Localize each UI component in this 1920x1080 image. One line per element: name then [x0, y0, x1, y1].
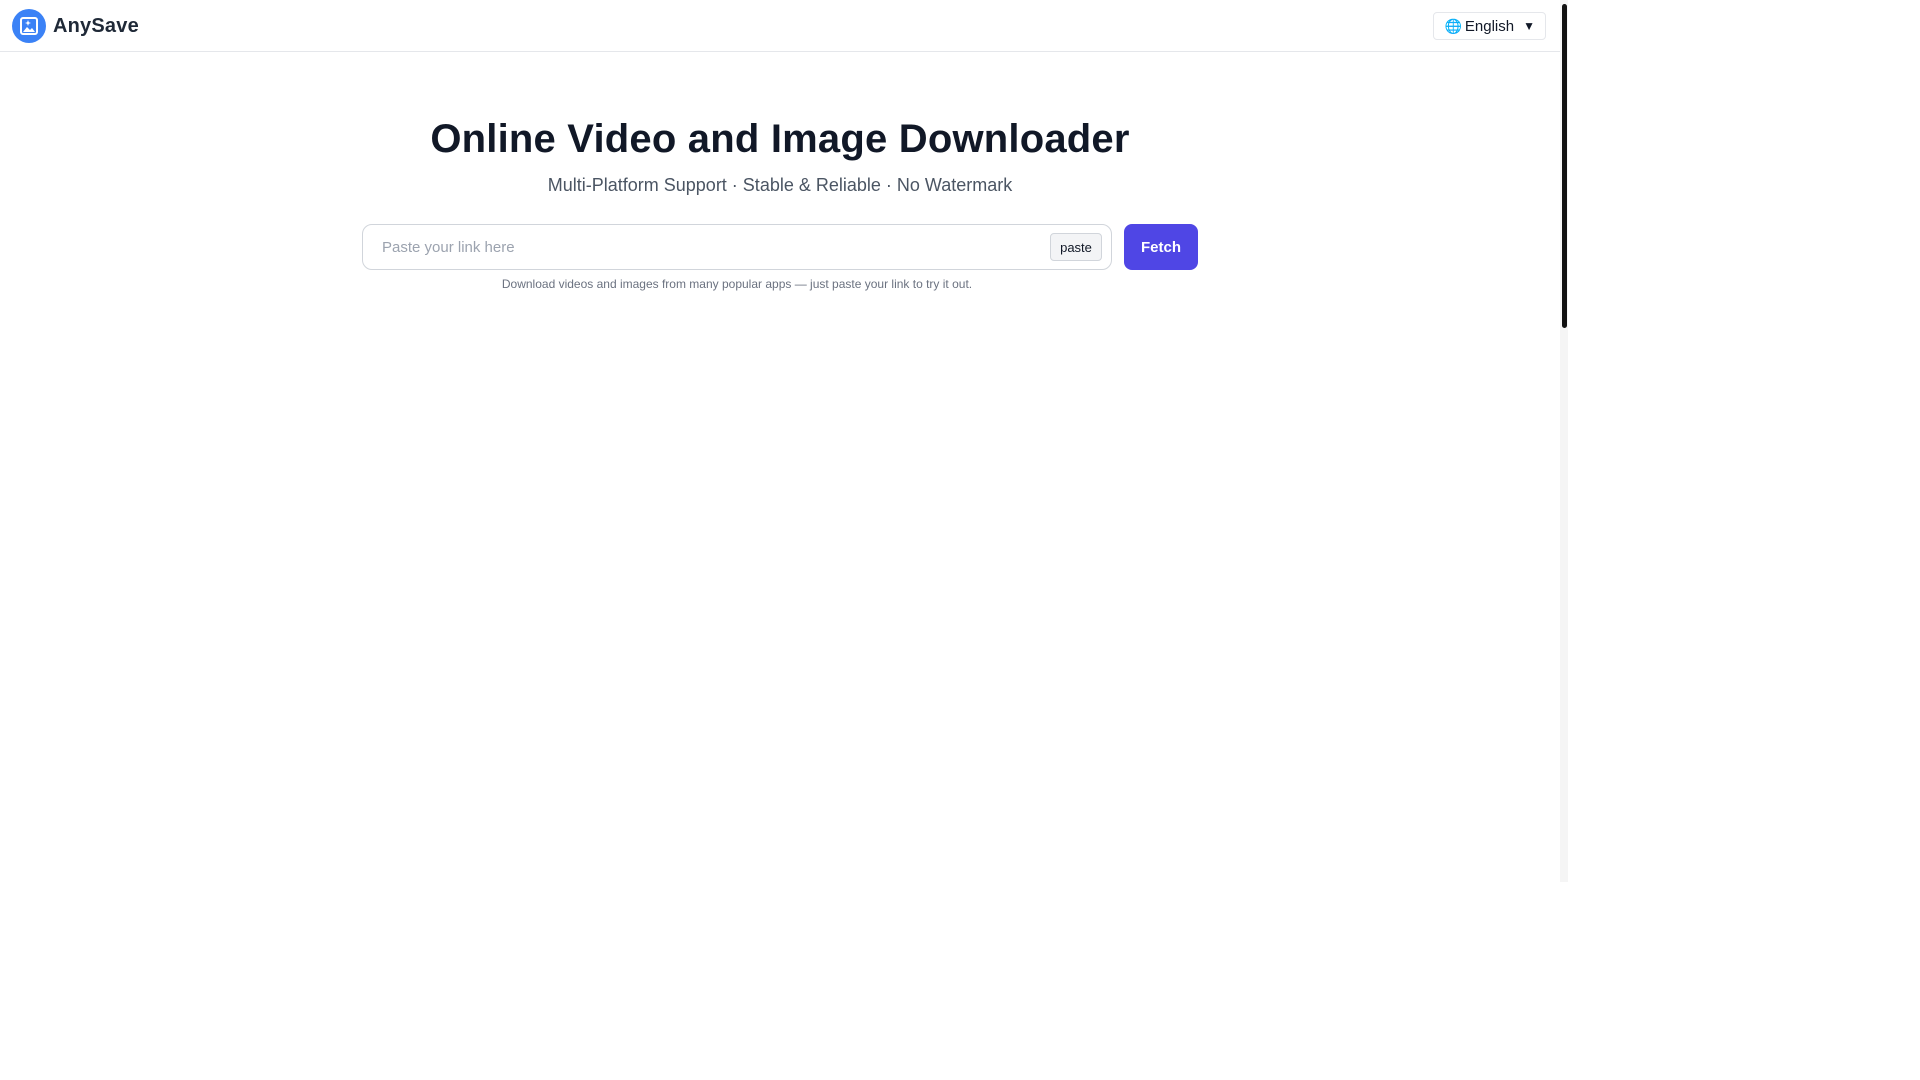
- usage-hint: Download videos and images from many pop…: [501, 277, 973, 291]
- top-header: AnySave 🌐 English ▼: [0, 0, 1560, 52]
- language-selector[interactable]: 🌐 English ▼: [1433, 12, 1546, 40]
- page-title: Online Video and Image Downloader: [430, 117, 1130, 161]
- link-input-box: paste: [362, 224, 1112, 270]
- brand-link[interactable]: AnySave: [12, 9, 139, 43]
- page-scrollbar[interactable]: [1560, 0, 1568, 882]
- image-sparkle-icon: [12, 9, 46, 43]
- link-input[interactable]: [382, 225, 1022, 269]
- paste-button[interactable]: paste: [1050, 233, 1102, 261]
- brand-name: AnySave: [53, 14, 139, 37]
- language-label: English: [1464, 17, 1515, 35]
- chevron-down-icon: ▼: [1523, 19, 1535, 33]
- page: AnySave 🌐 English ▼ Online Video and Ima…: [0, 0, 1568, 882]
- scrollbar-thumb[interactable]: [1562, 4, 1567, 328]
- globe-icon: 🌐: [1444, 18, 1462, 34]
- page-subtitle: Multi-Platform Support · Stable & Reliab…: [547, 175, 1013, 195]
- fetch-button[interactable]: Fetch: [1124, 224, 1198, 270]
